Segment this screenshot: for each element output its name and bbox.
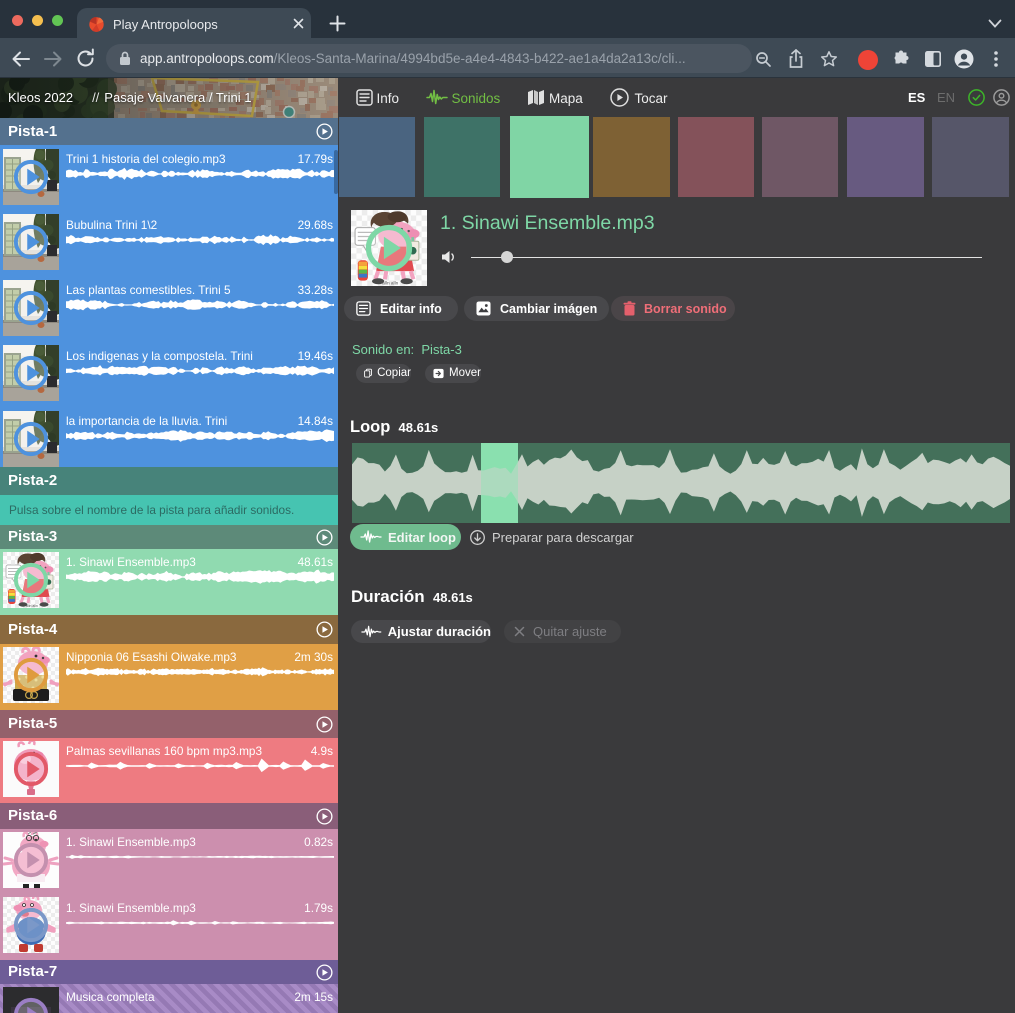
svg-text:alln alln: alln alln	[382, 281, 398, 286]
svg-text:alln alln: alln alln	[26, 604, 38, 608]
